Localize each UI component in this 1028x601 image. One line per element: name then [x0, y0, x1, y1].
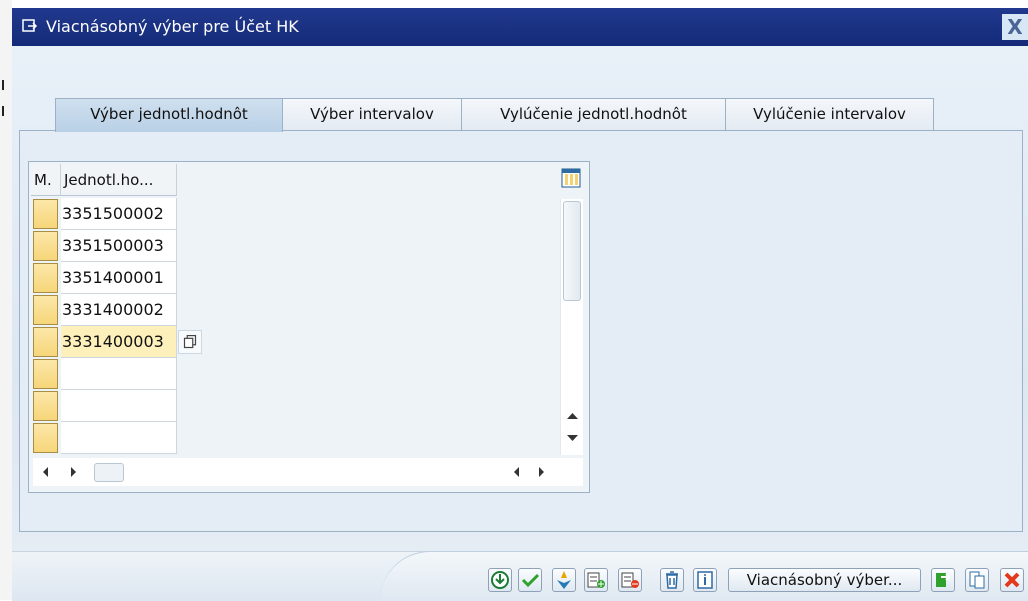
accept-icon — [521, 573, 540, 588]
row-select-button[interactable] — [33, 231, 58, 261]
horizontal-scrollbar[interactable] — [33, 458, 583, 486]
accept-button[interactable] — [518, 568, 542, 592]
scroll-left-right-icon[interactable] — [43, 466, 81, 478]
table-cell[interactable]: 3331400002 — [61, 294, 177, 326]
row-select-button[interactable] — [33, 359, 58, 389]
table-cell[interactable] — [61, 358, 177, 390]
active-table-cell[interactable]: 3331400003 — [61, 326, 177, 358]
table-cell[interactable] — [61, 422, 177, 454]
edge-marker — [2, 80, 4, 90]
horizontal-scroll-thumb[interactable] — [94, 463, 124, 482]
row-select-button[interactable] — [33, 263, 58, 293]
execute-icon — [491, 571, 509, 589]
tab-intervals[interactable]: Výber intervalov — [282, 98, 462, 131]
row-select-button[interactable] — [33, 391, 58, 421]
clipboard-icon — [969, 571, 985, 589]
table-cell[interactable] — [61, 390, 177, 422]
column-settings-icon[interactable] — [561, 168, 581, 188]
table-cell[interactable]: 3351400001 — [61, 262, 177, 294]
row-select-button[interactable] — [33, 295, 58, 325]
dialog-title: Viacnásobný výber pre Účet HK — [46, 17, 299, 36]
cancel-icon — [1004, 572, 1020, 588]
tab-exclude-intervals[interactable]: Vylúčenie intervalov — [725, 98, 934, 131]
row-select-button[interactable] — [33, 327, 58, 357]
dialog-body: Výber jednotl.hodnôt Výber intervalov Vy… — [12, 46, 1028, 600]
left-window-edge — [0, 0, 12, 600]
clipboard-button[interactable] — [965, 568, 989, 592]
table-cell[interactable]: 3351500003 — [61, 230, 177, 262]
secondary-scroll-icon[interactable] — [513, 466, 551, 478]
insert-line-icon — [587, 572, 605, 588]
copy-value-icon[interactable] — [178, 330, 202, 354]
row-select-button[interactable] — [33, 199, 58, 229]
multiple-selection-button[interactable]: Viacnásobný výber... — [728, 568, 921, 592]
edge-marker — [2, 106, 4, 116]
insert-line-button[interactable] — [584, 568, 608, 592]
values-table: M. Jednotl.ho... 3351500002 3351500003 3… — [28, 161, 590, 493]
scroll-down-icon[interactable] — [566, 433, 579, 443]
close-button[interactable]: X — [1002, 14, 1028, 40]
row-select-button[interactable] — [33, 423, 58, 453]
execute-button[interactable] — [488, 568, 512, 592]
tab-single-values[interactable]: Výber jednotl.hodnôt — [55, 98, 283, 132]
tab-exclude-single-values[interactable]: Vylúčenie jednotl.hodnôt — [461, 98, 726, 131]
delete-all-button[interactable] — [660, 568, 684, 592]
delete-line-button[interactable] — [618, 568, 642, 592]
values-column-header: Jednotl.ho... — [61, 164, 177, 196]
cancel-button[interactable] — [1000, 568, 1024, 592]
import-icon — [936, 573, 951, 587]
check-icon — [557, 571, 571, 589]
information-button[interactable] — [693, 568, 717, 592]
scrollbar-thumb[interactable] — [563, 201, 581, 301]
tab-content: M. Jednotl.ho... 3351500002 3351500003 3… — [19, 130, 1023, 532]
vertical-scrollbar[interactable] — [560, 199, 583, 455]
scroll-up-icon[interactable] — [566, 411, 579, 421]
import-button[interactable] — [931, 568, 955, 592]
mark-column-header: M. — [31, 164, 61, 196]
table-cell[interactable]: 3351500002 — [61, 198, 177, 230]
window-open-icon — [22, 19, 38, 32]
delete-all-icon — [666, 571, 678, 589]
title-bar: Viacnásobný výber pre Účet HK X — [12, 8, 1028, 46]
check-entries-button[interactable] — [552, 568, 576, 592]
delete-line-icon — [621, 572, 639, 588]
information-icon — [697, 571, 713, 589]
